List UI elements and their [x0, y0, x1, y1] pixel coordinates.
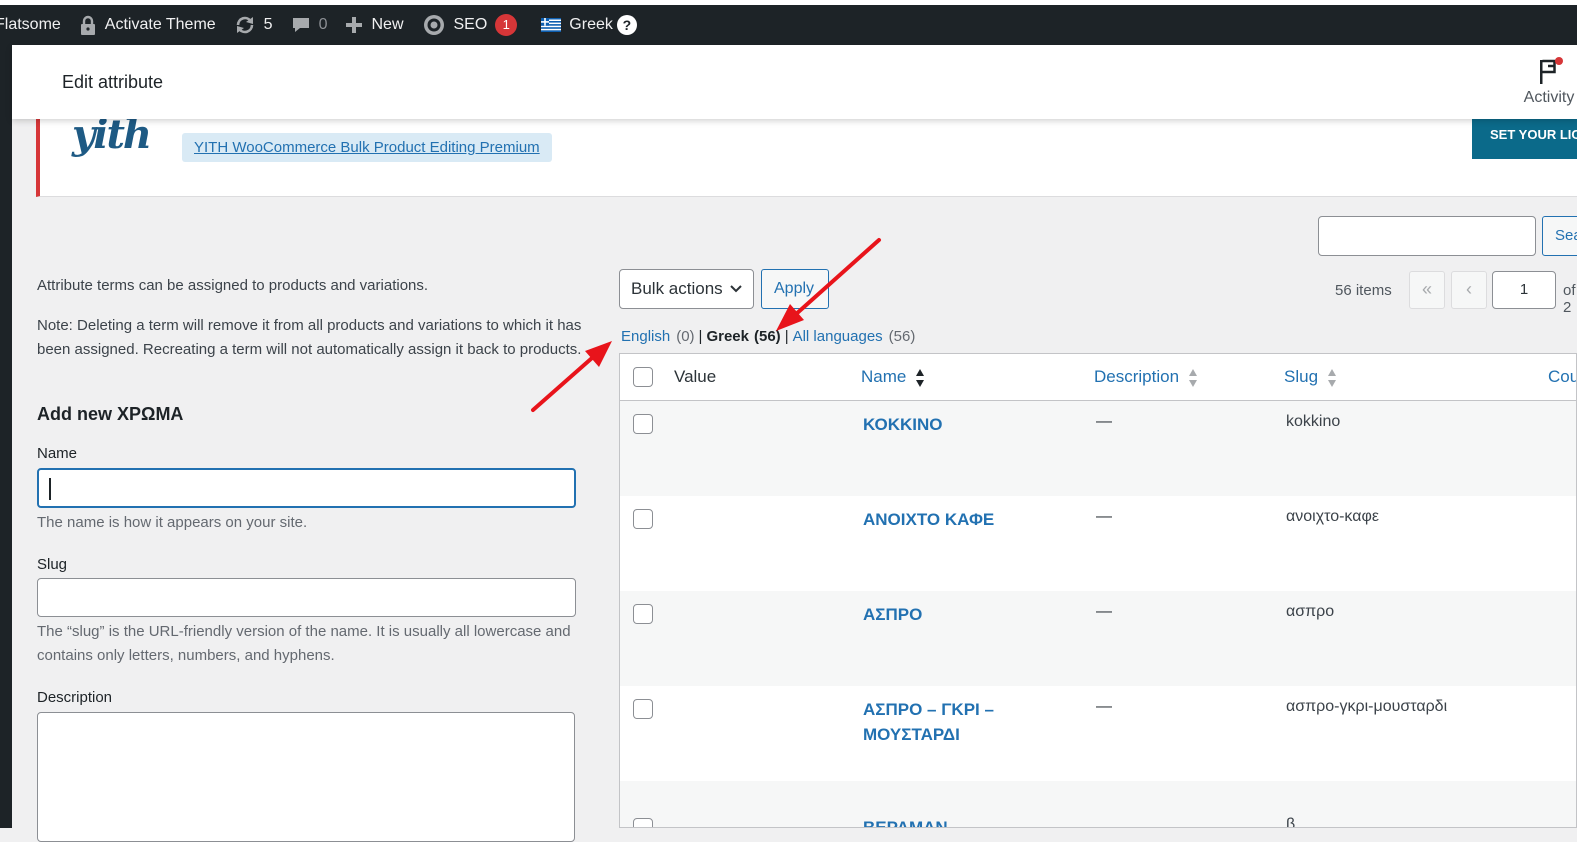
filter-separator: | [784, 328, 789, 345]
term-description: — [1096, 413, 1112, 430]
term-name-link[interactable]: ΑΝΟΙΧΤΟ ΚΑΦΕ [863, 507, 1013, 532]
row-checkbox[interactable] [633, 509, 653, 529]
column-slug[interactable]: Slug [1284, 367, 1337, 388]
term-description: — [1096, 698, 1112, 715]
greek-count: (56) [754, 328, 781, 345]
column-description[interactable]: Description [1094, 367, 1198, 388]
description-textarea[interactable] [37, 712, 575, 842]
description-label: Description [37, 689, 113, 706]
table-row: ΑΝΟΙΧΤΟ ΚΑΦΕ — ανοιχτο-καφε [620, 496, 1576, 591]
slug-help-text: The “slug” is the URL-friendly version o… [37, 623, 571, 664]
search-button[interactable]: Search Attributes [1542, 216, 1577, 256]
select-all-checkbox[interactable] [633, 367, 653, 387]
admin-bar-new[interactable]: New [336, 5, 412, 45]
prev-page-button[interactable]: ‹ [1451, 271, 1487, 309]
english-count: (0) [676, 328, 695, 345]
row-checkbox[interactable] [633, 818, 653, 827]
term-description: — [1096, 603, 1112, 620]
bulk-actions-select[interactable]: Bulk actions [619, 269, 754, 309]
seo-notification-badge: 1 [495, 14, 518, 36]
row-checkbox[interactable] [633, 699, 653, 719]
term-slug: ασπρο [1286, 603, 1335, 620]
add-new-heading: Add new ΧΡΩΜΑ [37, 404, 184, 424]
lock-icon [80, 15, 95, 35]
admin-bar-language[interactable]: Greek ? [532, 5, 646, 45]
admin-bar-site-name[interactable]: Flatsome [0, 5, 70, 45]
column-name[interactable]: Name [861, 367, 925, 388]
current-page-input[interactable]: 1 [1492, 271, 1556, 309]
table-row: ΑΣΠΡΟ – ΓΚΡΙ – ΜΟΥΣΤΑΡΔΙ — ασπρο-γκρι-μο… [620, 686, 1576, 781]
term-name-link[interactable]: ΑΣΠΡΟ [863, 602, 1013, 627]
row-checkbox[interactable] [633, 604, 653, 624]
set-license-key-button[interactable]: SET YOUR LICENSE KEY [1472, 119, 1577, 159]
filter-all-languages-link[interactable]: All languages [793, 328, 883, 345]
admin-bar: Flatsome Activate Theme 5 0 New SEO 1 Gr… [0, 5, 1577, 45]
refresh-icon [236, 16, 253, 34]
language-filter: English (0) | Greek (56) | All languages (56) [621, 328, 915, 345]
terms-table: Value Name Description Slug Count ΚΟΚΚΙΝ… [619, 353, 1577, 828]
table-row: ΑΣΠΡΟ — ασπρο [620, 591, 1576, 686]
filter-separator: | [698, 328, 703, 345]
text-caret [49, 478, 51, 500]
term-slug: ασπρο-γκρι-μουσταρδι [1286, 698, 1448, 715]
admin-bar-activate-theme[interactable]: Activate Theme [70, 5, 225, 45]
column-count[interactable]: Count [1548, 367, 1576, 387]
page-title: Edit attribute [62, 72, 164, 92]
filter-greek-current: Greek [706, 328, 749, 345]
yith-plugin-link[interactable]: YITH WooCommerce Bulk Product Editing Pr… [182, 133, 552, 162]
activity-label: Activity [1523, 89, 1575, 106]
name-help-text: The name is how it appears on your site. [37, 514, 308, 531]
plugin-license-notice: yith YITH WooCommerce Bulk Product Editi… [36, 111, 1577, 197]
name-label: Name [37, 445, 78, 462]
term-slug: ανοιχτο-καφε [1286, 508, 1379, 525]
term-description: — [1096, 508, 1112, 525]
admin-bar-updates[interactable]: 5 [225, 5, 282, 45]
sort-arrows-icon [916, 368, 925, 387]
activity-button[interactable]: Activity [1519, 57, 1577, 107]
row-checkbox[interactable] [633, 414, 653, 434]
table-header: Value Name Description Slug Count [620, 354, 1576, 401]
term-slug: β [1286, 816, 1296, 828]
page-header: Edit attribute Activity [12, 45, 1577, 119]
term-name-link[interactable]: ΚΟΚΚΙΝΟ [863, 412, 1013, 437]
all-languages-count: (56) [888, 328, 916, 345]
term-name-link[interactable]: ΒΕΡΑΜΑΝ [863, 815, 1013, 827]
total-pages-text: of 2 [1563, 282, 1576, 316]
name-input[interactable] [37, 468, 576, 508]
sort-arrows-icon [1327, 368, 1336, 387]
comment-icon [292, 18, 309, 32]
table-row: ΒΕΡΑΜΑΝ β [620, 781, 1576, 828]
filter-english-link[interactable]: English [621, 328, 670, 345]
plus-icon [346, 17, 363, 33]
delete-note-text: Note: Deleting a term will remove it fro… [37, 317, 582, 358]
items-count: 56 items [1335, 282, 1392, 299]
admin-bar-comments[interactable]: 0 [282, 5, 337, 45]
first-page-button[interactable]: « [1409, 271, 1445, 309]
apply-button[interactable]: Apply [761, 269, 829, 309]
table-row: ΚΟΚΚΙΝΟ — kokkino [620, 401, 1576, 496]
term-name-link[interactable]: ΑΣΠΡΟ – ΓΚΡΙ – ΜΟΥΣΤΑΡΔΙ [863, 697, 1013, 747]
activity-notification-dot [1555, 57, 1563, 65]
slug-label: Slug [37, 556, 68, 573]
chevron-down-icon [730, 285, 742, 293]
sort-arrows-icon [1188, 368, 1197, 387]
search-input[interactable] [1318, 216, 1536, 256]
intro-text: Attribute terms can be assigned to produ… [37, 277, 429, 294]
admin-bar-seo[interactable]: SEO 1 [413, 5, 527, 45]
greek-flag-icon [541, 18, 562, 32]
admin-menu-edge [0, 45, 12, 828]
slug-input[interactable] [37, 578, 576, 617]
column-value: Value [674, 367, 717, 386]
term-slug: kokkino [1286, 413, 1341, 430]
seo-gear-icon [423, 15, 444, 35]
help-icon[interactable]: ? [616, 15, 637, 35]
